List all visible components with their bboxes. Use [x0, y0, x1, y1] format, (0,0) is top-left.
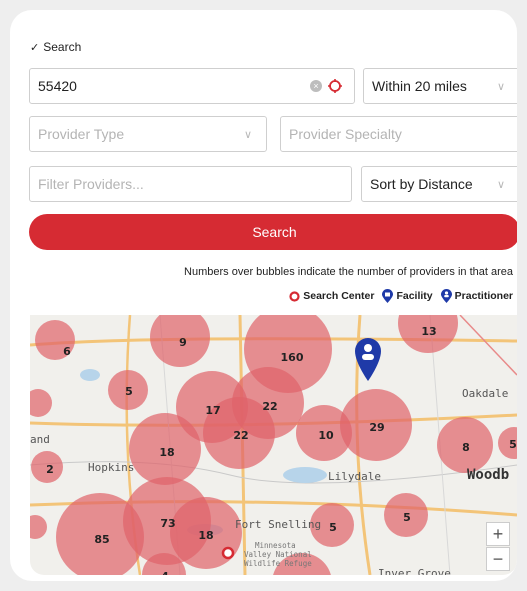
place-label: Lilydale [328, 470, 381, 483]
cluster-count: 160 [281, 351, 304, 364]
sort-value: Sort by Distance [370, 176, 473, 192]
place-label: Fort Snelling [235, 518, 321, 531]
zoom-in-button[interactable]: + [486, 522, 510, 546]
location-value: 55420 [38, 78, 77, 94]
chevron-down-icon: ∨ [243, 128, 253, 141]
cluster-count: 29 [369, 421, 384, 434]
cluster-count: 18 [159, 446, 174, 459]
cluster-count: 5 [329, 521, 337, 534]
facility-pin-icon [382, 289, 394, 303]
place-label: Inver Grove [378, 567, 451, 575]
search-center-marker[interactable] [221, 546, 235, 560]
map-legend: Search Center Facility Practitioner [289, 289, 513, 303]
cluster-count: 6 [63, 345, 71, 358]
clear-icon[interactable]: × [310, 80, 322, 92]
place-label: Wildlife Refuge [244, 559, 312, 568]
chevron-down-icon: ∨ [496, 80, 506, 93]
search-center-icon [289, 290, 300, 302]
cluster-count: 4 [161, 570, 169, 575]
filter-providers-input[interactable]: Filter Providers... [29, 166, 352, 202]
legend-search-center: Search Center [289, 290, 374, 302]
check-icon: ✓ [30, 41, 40, 54]
cluster-count: 19 [296, 573, 311, 575]
search-toggle-label: Search [43, 40, 82, 54]
search-button[interactable]: Search [29, 214, 517, 250]
distance-value: Within 20 miles [372, 78, 467, 94]
place-label: and [30, 433, 50, 446]
practitioner-pin-icon [440, 289, 452, 303]
legend-practitioner-label: Practitioner [454, 290, 513, 302]
cluster-count: 8 [462, 441, 470, 454]
legend-facility: Facility [382, 289, 433, 303]
legend-search-center-label: Search Center [303, 290, 375, 302]
location-input[interactable]: 55420 × [29, 68, 355, 104]
cluster-count: 85 [94, 533, 109, 546]
cluster-count: 5 [125, 385, 133, 398]
cluster-count: 22 [233, 429, 248, 442]
place-label: Valley National [244, 550, 312, 559]
cluster-count: 73 [160, 517, 175, 530]
cluster-count: 13 [421, 325, 436, 338]
place-label: Minnesota [255, 541, 296, 550]
provider-type-select[interactable]: Provider Type ∨ [29, 116, 267, 152]
place-label: Oakdale [462, 387, 508, 400]
legend-facility-label: Facility [396, 290, 433, 302]
cluster-count: 5 [509, 438, 517, 451]
chevron-down-icon: ∨ [496, 178, 506, 191]
cluster-count: 17 [205, 404, 220, 417]
legend-practitioner: Practitioner [440, 289, 513, 303]
cluster-bubble[interactable] [30, 389, 52, 417]
cluster-count: 18 [198, 529, 213, 542]
provider-specialty-input[interactable]: Provider Specialty [280, 116, 517, 152]
cluster-bubble[interactable] [30, 515, 47, 539]
search-panel: ✓ Search 55420 × Within 20 miles ∨ Provi… [10, 10, 517, 581]
search-toggle[interactable]: ✓ Search [30, 40, 81, 54]
cluster-count: 5 [403, 511, 411, 524]
place-label: Woodb [467, 467, 509, 483]
crosshair-icon[interactable] [328, 79, 342, 93]
map-note: Numbers over bubbles indicate the number… [184, 266, 513, 278]
place-label: Hopkins [88, 461, 134, 474]
provider-type-placeholder: Provider Type [38, 126, 125, 142]
cluster-count: 10 [318, 429, 334, 442]
distance-select[interactable]: Within 20 miles ∨ [363, 68, 517, 104]
cluster-count: 22 [262, 400, 277, 413]
provider-specialty-placeholder: Provider Specialty [289, 126, 402, 142]
cluster-count: 9 [179, 336, 187, 349]
practitioner-pin[interactable] [355, 338, 381, 381]
sort-select[interactable]: Sort by Distance ∨ [361, 166, 517, 202]
filter-placeholder: Filter Providers... [38, 176, 144, 192]
zoom-out-button[interactable]: − [486, 547, 510, 571]
cluster-count: 2 [46, 463, 54, 476]
map[interactable]: Oakdale and Hopkins Lilydale Woodb Fort … [30, 315, 517, 575]
map-canvas[interactable]: Oakdale and Hopkins Lilydale Woodb Fort … [30, 315, 517, 575]
